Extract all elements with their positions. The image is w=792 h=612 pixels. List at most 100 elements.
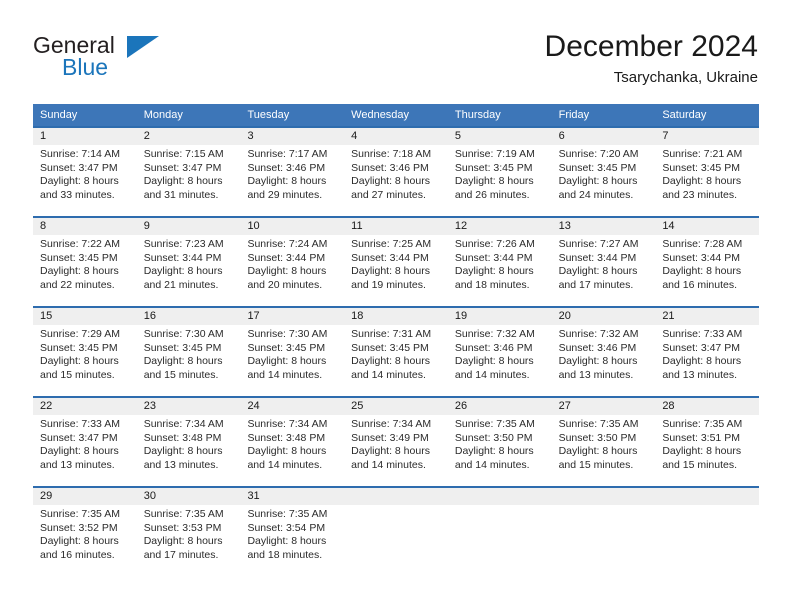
daylight-line2: and 14 minutes.	[454, 368, 530, 381]
day-cell[interactable]: 30 Sunrise: 7:35 AM Sunset: 3:53 PM Dayl…	[136, 486, 241, 576]
day-info: Sunrise: 7:26 AM Sunset: 3:44 PM Dayligh…	[448, 235, 552, 292]
sunrise-text: Sunrise: 7:35 AM	[247, 508, 328, 520]
day-cell[interactable]: 12 Sunrise: 7:26 AM Sunset: 3:44 PM Dayl…	[447, 216, 552, 306]
day-cell[interactable]: 26 Sunrise: 7:35 AM Sunset: 3:50 PM Dayl…	[447, 396, 552, 486]
sunset-text: Sunset: 3:46 PM	[247, 161, 326, 174]
day-cell[interactable]: 14 Sunrise: 7:28 AM Sunset: 3:44 PM Dayl…	[655, 216, 760, 306]
day-number: 1	[33, 128, 137, 145]
daylight-line2: and 13 minutes.	[143, 458, 219, 471]
daylight-line1: Daylight: 8 hours	[40, 175, 119, 187]
day-cell[interactable]: 25 Sunrise: 7:34 AM Sunset: 3:49 PM Dayl…	[344, 396, 448, 486]
day-number: 16	[136, 308, 241, 325]
sunset-text: Sunset: 3:45 PM	[143, 341, 222, 354]
daylight-line1: Daylight: 8 hours	[351, 265, 430, 277]
day-cell[interactable]: 29 Sunrise: 7:35 AM Sunset: 3:52 PM Dayl…	[33, 486, 137, 576]
day-cell[interactable]: 6 Sunrise: 7:20 AM Sunset: 3:45 PM Dayli…	[551, 126, 656, 216]
sunrise-text: Sunrise: 7:24 AM	[247, 238, 328, 250]
weekday-monday: Monday	[143, 109, 183, 121]
day-cell[interactable]: 1 Sunrise: 7:14 AM Sunset: 3:47 PM Dayli…	[33, 126, 137, 216]
day-cell[interactable]: 22 Sunrise: 7:33 AM Sunset: 3:47 PM Dayl…	[33, 396, 137, 486]
weekday-saturday: Saturday	[662, 109, 707, 121]
day-cell[interactable]: 9 Sunrise: 7:23 AM Sunset: 3:44 PM Dayli…	[136, 216, 241, 306]
daylight-line1: Daylight: 8 hours	[351, 355, 430, 367]
logo-triangle-icon	[127, 36, 159, 58]
day-cell[interactable]: 8 Sunrise: 7:22 AM Sunset: 3:45 PM Dayli…	[33, 216, 137, 306]
sunset-text: Sunset: 3:44 PM	[247, 251, 326, 264]
day-cell[interactable]: 18 Sunrise: 7:31 AM Sunset: 3:45 PM Dayl…	[344, 306, 448, 396]
day-info: Sunrise: 7:35 AM Sunset: 3:53 PM Dayligh…	[137, 505, 241, 562]
day-cell[interactable]: 20 Sunrise: 7:32 AM Sunset: 3:46 PM Dayl…	[551, 306, 656, 396]
weekday-sunday: Sunday	[40, 109, 78, 121]
day-number	[655, 488, 760, 505]
sunset-text: Sunset: 3:45 PM	[40, 341, 118, 354]
day-cell[interactable]: 15 Sunrise: 7:29 AM Sunset: 3:45 PM Dayl…	[33, 306, 137, 396]
sunrise-text: Sunrise: 7:28 AM	[662, 238, 743, 250]
weekday-friday: Friday	[558, 109, 590, 121]
sunrise-text: Sunrise: 7:29 AM	[40, 328, 120, 340]
weekday-thursday: Thursday	[454, 109, 501, 121]
day-cell[interactable]: 7 Sunrise: 7:21 AM Sunset: 3:45 PM Dayli…	[655, 126, 760, 216]
sunrise-text: Sunrise: 7:21 AM	[662, 148, 743, 160]
daylight-line2: and 15 minutes.	[558, 458, 634, 471]
sunrise-text: Sunrise: 7:15 AM	[143, 148, 224, 160]
day-cell[interactable]: 3 Sunrise: 7:17 AM Sunset: 3:46 PM Dayli…	[240, 126, 345, 216]
daylight-line2: and 24 minutes.	[558, 188, 634, 201]
sunrise-text: Sunrise: 7:19 AM	[454, 148, 535, 160]
daylight-line2: and 33 minutes.	[40, 188, 115, 201]
day-cell[interactable]: 11 Sunrise: 7:25 AM Sunset: 3:44 PM Dayl…	[344, 216, 448, 306]
sunset-text: Sunset: 3:46 PM	[454, 341, 533, 354]
sunrise-text: Sunrise: 7:35 AM	[454, 418, 535, 430]
daylight-line2: and 29 minutes.	[247, 188, 323, 201]
day-cell[interactable]: 27 Sunrise: 7:35 AM Sunset: 3:50 PM Dayl…	[551, 396, 656, 486]
day-cell[interactable]: 4 Sunrise: 7:18 AM Sunset: 3:46 PM Dayli…	[344, 126, 448, 216]
day-number: 19	[447, 308, 552, 325]
daylight-line1: Daylight: 8 hours	[454, 445, 534, 457]
daylight-line2: and 14 minutes.	[247, 368, 323, 381]
day-cell[interactable]: 13 Sunrise: 7:27 AM Sunset: 3:44 PM Dayl…	[551, 216, 656, 306]
day-number: 8	[33, 218, 137, 235]
daylight-line1: Daylight: 8 hours	[247, 265, 327, 277]
day-number: 13	[551, 218, 656, 235]
day-info: Sunrise: 7:33 AM Sunset: 3:47 PM Dayligh…	[33, 415, 137, 472]
daylight-line2: and 14 minutes.	[351, 368, 426, 381]
day-cell[interactable]: 19 Sunrise: 7:32 AM Sunset: 3:46 PM Dayl…	[447, 306, 552, 396]
daylight-line1: Daylight: 8 hours	[247, 535, 327, 547]
daylight-line2: and 27 minutes.	[351, 188, 426, 201]
sunset-text: Sunset: 3:45 PM	[40, 251, 118, 264]
day-cell[interactable]: 2 Sunrise: 7:15 AM Sunset: 3:47 PM Dayli…	[136, 126, 241, 216]
day-cell[interactable]: 16 Sunrise: 7:30 AM Sunset: 3:45 PM Dayl…	[136, 306, 241, 396]
day-cell[interactable]: 23 Sunrise: 7:34 AM Sunset: 3:48 PM Dayl…	[136, 396, 241, 486]
daylight-line1: Daylight: 8 hours	[40, 535, 119, 547]
sunrise-text: Sunrise: 7:27 AM	[558, 238, 639, 250]
day-number: 3	[240, 128, 345, 145]
general-blue-logo[interactable]: General Blue	[33, 32, 233, 90]
day-info: Sunrise: 7:17 AM Sunset: 3:46 PM Dayligh…	[240, 145, 344, 202]
day-cell[interactable]: 10 Sunrise: 7:24 AM Sunset: 3:44 PM Dayl…	[240, 216, 345, 306]
daylight-line1: Daylight: 8 hours	[662, 445, 742, 457]
location-subtitle: Tsarychanka, Ukraine	[613, 69, 758, 86]
calendar-grid: Sunday Monday Tuesday Wednesday Thursday…	[33, 104, 760, 576]
sunset-text: Sunset: 3:54 PM	[247, 521, 326, 534]
daylight-line2: and 18 minutes.	[247, 548, 323, 561]
sunrise-text: Sunrise: 7:34 AM	[143, 418, 224, 430]
day-info: Sunrise: 7:21 AM Sunset: 3:45 PM Dayligh…	[655, 145, 759, 202]
day-cell[interactable]: 17 Sunrise: 7:30 AM Sunset: 3:45 PM Dayl…	[240, 306, 345, 396]
daylight-line2: and 15 minutes.	[143, 368, 219, 381]
daylight-line2: and 22 minutes.	[40, 278, 115, 291]
day-cell[interactable]: 31 Sunrise: 7:35 AM Sunset: 3:54 PM Dayl…	[240, 486, 345, 576]
day-cell[interactable]: 5 Sunrise: 7:19 AM Sunset: 3:45 PM Dayli…	[447, 126, 552, 216]
day-cell[interactable]: 24 Sunrise: 7:34 AM Sunset: 3:48 PM Dayl…	[240, 396, 345, 486]
daylight-line1: Daylight: 8 hours	[662, 355, 742, 367]
weekday-tuesday: Tuesday	[247, 109, 290, 121]
sunset-text: Sunset: 3:52 PM	[40, 521, 118, 534]
day-cell-empty	[344, 486, 448, 576]
day-cell[interactable]: 28 Sunrise: 7:35 AM Sunset: 3:51 PM Dayl…	[655, 396, 760, 486]
daylight-line2: and 14 minutes.	[247, 458, 323, 471]
sunset-text: Sunset: 3:45 PM	[454, 161, 533, 174]
day-cell[interactable]: 21 Sunrise: 7:33 AM Sunset: 3:47 PM Dayl…	[655, 306, 760, 396]
daylight-line1: Daylight: 8 hours	[351, 175, 430, 187]
sunrise-text: Sunrise: 7:34 AM	[247, 418, 328, 430]
day-number: 15	[33, 308, 137, 325]
day-info: Sunrise: 7:22 AM Sunset: 3:45 PM Dayligh…	[33, 235, 137, 292]
daylight-line2: and 23 minutes.	[662, 188, 738, 201]
